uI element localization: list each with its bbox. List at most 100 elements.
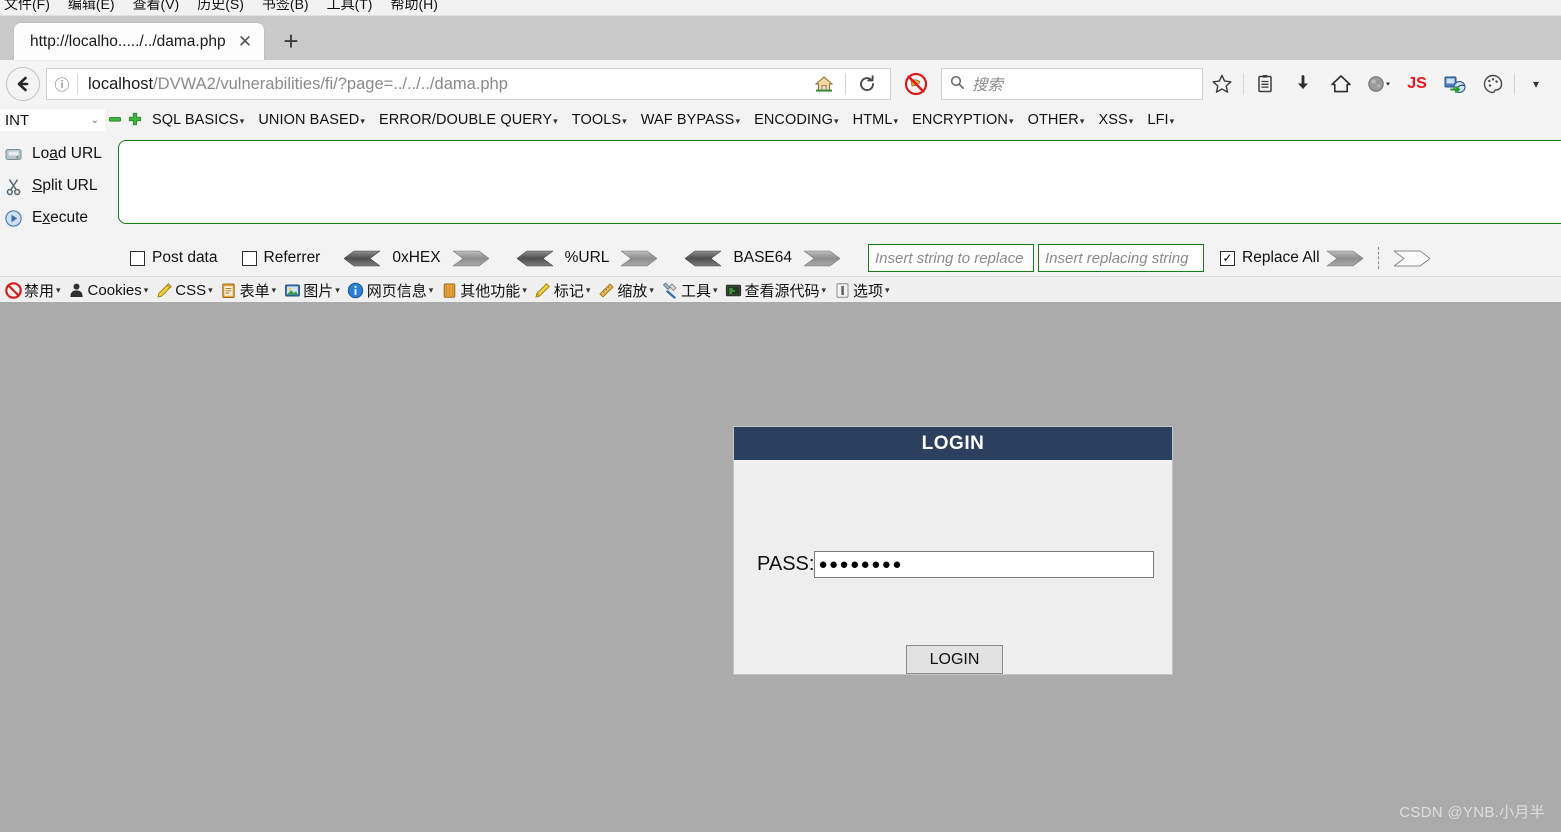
toolbar-label: 查看源代码 (744, 283, 820, 300)
hackbar-url-textarea[interactable] (118, 140, 1561, 224)
menu-file[interactable]: 文件(F) (4, 0, 60, 12)
caret-icon: ▾ (553, 116, 558, 126)
password-label: PASS: (757, 553, 815, 575)
toolbar-item-resize[interactable]: 缩放 ▾ (595, 280, 659, 301)
referrer-checkbox[interactable] (241, 250, 257, 266)
globe-icon[interactable] (1360, 65, 1398, 103)
login-panel-title: LOGIN (734, 427, 1172, 460)
hex-decode-button[interactable] (343, 250, 382, 267)
toolbar-item-view-source[interactable]: 查看源代码 ▾ (722, 280, 831, 301)
post-data-option[interactable]: Post data (130, 249, 218, 267)
hackbar-menu-encoding[interactable]: ENCODING▾ (747, 112, 846, 128)
toolbar-item-page-info[interactable]: 网页信息 ▾ (345, 280, 439, 301)
base64-decode-button[interactable] (684, 250, 723, 267)
webdev-toolbar: 禁用 ▾ Cookies ▾ CSS ▾ 表单 ▾ 图片 ▾ 网页信息 ▾ 其他… (0, 277, 1561, 305)
replace-to-input[interactable]: Insert replacing string (1038, 244, 1205, 272)
hackbar-menu-encryption[interactable]: ENCRYPTION▾ (905, 112, 1020, 128)
hackbar-menu-tools[interactable]: TOOLS▾ (565, 112, 634, 128)
minus-icon[interactable] (105, 112, 125, 129)
overflow-caret: ▾ (1532, 77, 1540, 91)
menu-label: LFI (1147, 112, 1169, 128)
base64-encode-button[interactable] (803, 250, 841, 267)
hackbar-options-row: Post data Referrer 0xHEX %URL BASE64 Ins… (0, 240, 1561, 276)
login-panel: LOGIN PASS: ●●●●●●●● LOGIN (733, 426, 1173, 675)
hackbar-menu-lfi[interactable]: LFI▾ (1140, 112, 1181, 128)
hackbar-menu-union-based[interactable]: UNION BASED▾ (251, 112, 372, 128)
menu-history[interactable]: 历史(S) (197, 0, 254, 12)
toolbar-item-images[interactable]: 图片 ▾ (281, 280, 345, 301)
proxy-switch-icon[interactable] (1436, 65, 1474, 103)
toolbar-buttons: JS ▾ (1203, 65, 1555, 103)
hackbar-menu-other[interactable]: OTHER▾ (1021, 112, 1092, 128)
download-arrow-icon[interactable] (1284, 65, 1322, 103)
js-icon[interactable]: JS (1398, 65, 1436, 103)
toolbar-item-forms[interactable]: 表单 ▾ (218, 280, 282, 301)
replace-apply-button[interactable] (1325, 250, 1364, 267)
referrer-option[interactable]: Referrer (241, 249, 320, 267)
toolbar-item-misc[interactable]: 其他功能 ▾ (438, 280, 532, 301)
search-bar[interactable]: 搜索 (941, 68, 1203, 100)
toolbar-item-outline[interactable]: 标记 ▾ (532, 280, 596, 301)
home-icon[interactable] (805, 65, 843, 103)
load-url-button[interactable]: Load URL (0, 138, 118, 170)
noscript-blocked-icon[interactable] (897, 65, 935, 103)
toolbar-item-css[interactable]: CSS ▾ (153, 282, 217, 300)
caret-icon: ▾ (208, 285, 213, 295)
chevron-down-icon[interactable]: ▾ (1517, 65, 1555, 103)
menu-view[interactable]: 查看(V) (133, 0, 190, 12)
hackbar-menu-html[interactable]: HTML▾ (846, 112, 906, 128)
menu-edit[interactable]: 编辑(E) (68, 0, 125, 12)
reload-icon[interactable] (848, 65, 886, 103)
toolbar-item-cookies[interactable]: Cookies ▾ (66, 282, 154, 300)
tab-strip: http://localho...../../dama.php ✕ + (0, 16, 1561, 60)
address-bar[interactable]: ⓘ localhost/DVWA2/vulnerabilities/fi/?pa… (46, 68, 891, 100)
caret-icon: ▾ (712, 285, 718, 295)
new-tab-icon[interactable]: + (274, 24, 308, 58)
login-submit-button[interactable]: LOGIN (906, 645, 1003, 674)
replace-all-option: ✓ Replace All (1220, 247, 1431, 269)
toolbar-item-options[interactable]: 选项 ▾ (831, 280, 895, 301)
back-button[interactable] (4, 65, 42, 103)
execute-button[interactable]: Execute (0, 202, 118, 234)
menu-bookmarks[interactable]: 书签(B) (262, 0, 319, 12)
menu-tools[interactable]: 工具(T) (327, 0, 383, 12)
chevron-down-icon: ⌄ (90, 114, 99, 126)
url-decode-button[interactable] (516, 250, 554, 267)
hex-converter-group: 0xHEX (343, 249, 490, 267)
caret-icon: ▾ (885, 285, 890, 295)
reading-list-icon[interactable] (1246, 65, 1284, 103)
star-icon[interactable] (1203, 65, 1241, 103)
plus-icon[interactable] (125, 112, 145, 129)
hex-encode-button[interactable] (451, 250, 490, 267)
toolbar-item-disable[interactable]: 禁用 ▾ (2, 280, 66, 301)
home-button-icon[interactable] (1322, 65, 1360, 103)
url-encode-button[interactable] (620, 250, 658, 267)
base64-converter-group: BASE64 (684, 249, 841, 267)
hackbar-menu-sql-basics[interactable]: SQL BASICS▾ (145, 112, 251, 128)
misc-icon (440, 282, 458, 300)
toolbar-item-tools[interactable]: 工具 ▾ (659, 280, 723, 301)
menu-label: OTHER (1027, 112, 1079, 128)
replace-extra-button[interactable] (1392, 250, 1431, 267)
cookie-palette-icon[interactable] (1474, 65, 1512, 103)
menu-help[interactable]: 帮助(H) (390, 0, 447, 12)
replace-all-checkbox[interactable]: ✓ (1220, 250, 1236, 266)
post-data-label: Post data (152, 249, 218, 266)
hackbar-menu-xss[interactable]: XSS▾ (1091, 112, 1140, 128)
hackbar-menu-error-double-query[interactable]: ERROR/DOUBLE QUERY▾ (372, 112, 565, 128)
tools-icon (661, 282, 679, 300)
url-converter-group: %URL (516, 249, 658, 267)
split-url-button[interactable]: Split URL (0, 170, 118, 202)
hackbar-menu-waf-bypass[interactable]: WAF BYPASS▾ (634, 112, 747, 128)
browser-tab[interactable]: http://localho...../../dama.php ✕ (14, 23, 264, 60)
search-input[interactable]: 搜索 (972, 73, 1003, 95)
replace-from-input[interactable]: Insert string to replace (868, 244, 1035, 272)
outline-icon (534, 282, 552, 300)
password-input[interactable]: ●●●●●●●● (814, 551, 1155, 578)
site-info-icon[interactable]: ⓘ (47, 74, 77, 95)
close-icon[interactable]: ✕ (234, 31, 256, 53)
replace-all-label: Replace All (1242, 249, 1320, 266)
post-data-checkbox[interactable] (130, 250, 145, 266)
load-url-label: Load URL (32, 145, 102, 162)
hackbar-type-select[interactable]: INT ⌄ (0, 109, 105, 131)
